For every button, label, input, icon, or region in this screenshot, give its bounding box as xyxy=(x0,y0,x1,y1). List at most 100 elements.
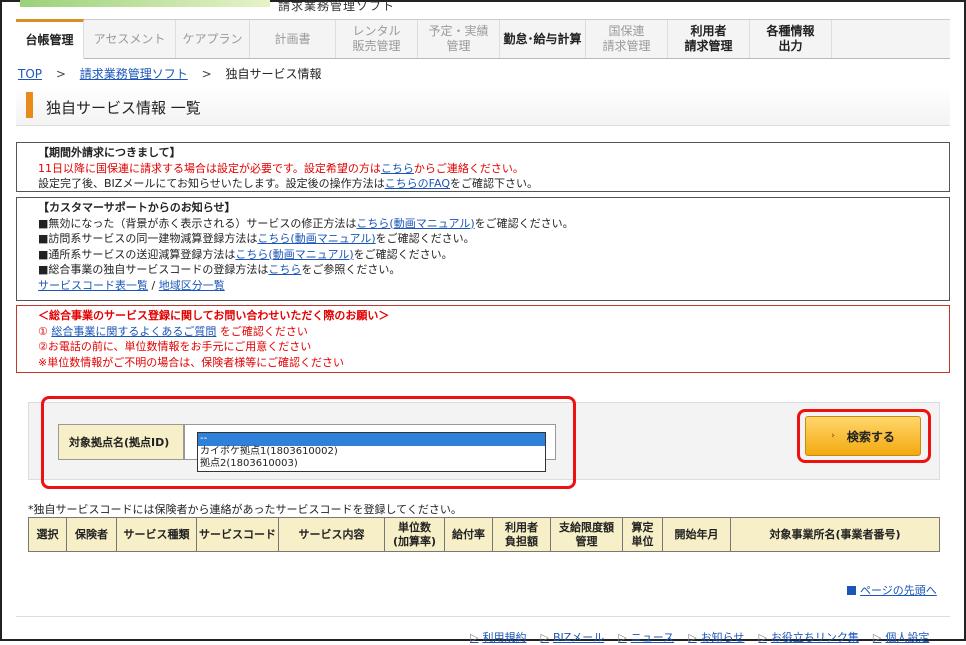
column-header: 支給限度額 管理 xyxy=(550,517,623,552)
breadcrumb-current: 独自サービス情報 xyxy=(225,67,322,81)
footer-link[interactable]: ▷ お役立ちリンク集 xyxy=(758,631,858,644)
notice-support-item: ■訪問系サービスの同一建物減算登録方法はこちら(動画マニュアル)をご確認ください… xyxy=(38,231,928,247)
notice-billing-line2: 設定完了後、BIZメールにてお知らせいたします。設定後の操作方法はこちらのFAQ… xyxy=(38,176,928,192)
chevron-right-icon: ▷ xyxy=(470,631,479,644)
footer-divider xyxy=(16,616,950,617)
column-header: サービスコード xyxy=(196,517,279,552)
nav-tab-8[interactable]: 利用者 請求管理 xyxy=(668,20,750,58)
column-header: 開始年月 xyxy=(662,517,731,552)
nav-tab-1[interactable]: アセスメント xyxy=(84,20,176,58)
notice-text: ■無効になった（背景が赤く表示される）サービスの修正方法は xyxy=(38,216,357,230)
notice-text: をご参照ください。 xyxy=(301,263,401,276)
nav-tab-6[interactable]: 勤怠･給与計算 xyxy=(500,20,586,58)
footer-link[interactable]: ▷ BIZメール xyxy=(540,631,604,644)
page-top-link[interactable]: ページの先頭へ xyxy=(847,582,937,598)
chevron-right-icon: ▷ xyxy=(872,631,882,644)
notice-text: をご確認ください。 xyxy=(375,232,475,245)
notice-inquiry-line2: ②お電話の前に、単位数情報をお手元にご用意ください xyxy=(38,340,312,353)
column-header: 保険者 xyxy=(66,517,117,552)
nav-tab-5[interactable]: 予定・実績 管理 xyxy=(418,20,500,58)
notice-support: 【カスタマーサポートからのお知らせ】 ■無効になった（背景が赤く表示される）サー… xyxy=(16,197,950,301)
system-name: 請求業務管理ソフト xyxy=(278,0,396,13)
table-header-row: 選択 保険者 サービス種類 サービスコード サービス内容 単位数 (加算率) 給付率 利用者 負担… xyxy=(28,517,940,552)
chevron-right-icon: ▷ xyxy=(688,631,697,644)
notice-text: ■総合事業の独自サービスコードの登録方法は xyxy=(38,263,269,276)
region-list-link[interactable]: 地域区分一覧 xyxy=(159,279,225,292)
column-header: 利用者 負担額 xyxy=(492,517,551,552)
chevron-right-icon: ▷ xyxy=(758,631,767,644)
manual-link[interactable]: こちら xyxy=(268,263,301,276)
notice-inquiry-heading: ＜総合事業のサービス登録に関してお問い合わせいただく際のお願い＞ xyxy=(38,309,390,322)
main-nav: 台帳管理 アセスメント ケアプラン 計画書 レンタル 販売管理 予定・実績 管理 勤怠･給与計算… xyxy=(16,19,950,59)
annotation-highlight-button xyxy=(797,409,931,463)
notice-text: ■訪問系サービスの同一建物減算登録方法は xyxy=(38,232,258,245)
nav-tab-7[interactable]: 国保連 請求管理 xyxy=(586,20,668,58)
banner-graphic xyxy=(20,0,270,7)
breadcrumb-separator: > xyxy=(55,67,66,81)
notice-support-item: ■通所系サービスの送迎減算登録方法はこちら(動画マニュアル)をご確認ください。 xyxy=(38,247,928,263)
column-header: 対象事業所名(事業者番号) xyxy=(730,517,940,552)
footer-link-label: 利用規約 xyxy=(482,631,527,644)
notice-text: ■通所系サービスの送迎減算登録方法は xyxy=(38,247,236,261)
column-header: サービス種類 xyxy=(116,517,197,552)
notice-inquiry-line1: ① 総合事業に関するよくあるご質問 をご確認ください xyxy=(38,324,928,340)
nav-tab-2[interactable]: ケアプラン xyxy=(176,20,250,58)
breadcrumb: TOP > 請求業務管理ソフト > 独自サービス情報 xyxy=(18,65,321,82)
column-header: サービス内容 xyxy=(278,517,385,552)
footer-link[interactable]: ▷ ニュース xyxy=(618,631,674,644)
notice-support-heading: 【カスタマーサポートからのお知らせ】 xyxy=(38,201,236,214)
chevron-right-icon: ▷ xyxy=(540,631,549,644)
service-table: 選択 保険者 サービス種類 サービスコード サービス内容 単位数 (加算率) 給付率 利用者 負担… xyxy=(28,517,940,552)
footer-link[interactable]: ▷ お知らせ xyxy=(688,631,744,644)
footer-link-label: お知らせ xyxy=(700,631,745,644)
notice-inquiry: ＜総合事業のサービス登録に関してお問い合わせいただく際のお願い＞ ① 総合事業に… xyxy=(16,305,950,373)
column-header: 選択 xyxy=(28,517,67,552)
faq-link[interactable]: こちらのFAQ xyxy=(385,177,450,190)
notice-text: ① xyxy=(38,324,52,338)
footer-link[interactable]: ▷ 個人設定 xyxy=(873,631,929,644)
breadcrumb-top[interactable]: TOP xyxy=(18,67,42,81)
notice-support-links: サービスコード表一覧 / 地域区分一覧 xyxy=(38,278,928,294)
notice-text: からご連絡ください。 xyxy=(413,161,524,175)
page-title-bar: 独自サービス情報 一覧 xyxy=(16,86,950,126)
link-separator: / xyxy=(148,278,159,292)
notice-inquiry-line3: ※単位数情報がご不明の場合は、保険者様等にご確認ください xyxy=(38,355,344,369)
notice-text: をご確認ください。 xyxy=(353,247,453,261)
notice-text: 11日以降に国保連に請求する場合は設定が必要です。設定希望の方は xyxy=(38,161,381,175)
footer-link-label: お役立ちリンク集 xyxy=(770,631,859,644)
manual-link[interactable]: こちら(動画マニュアル) xyxy=(356,217,474,230)
footer-links: ▷ 利用規約 ▷ BIZメール ▷ ニュース ▷ お知らせ ▷ お役立ちリンク集 ▷ 個人設定 xyxy=(470,629,943,645)
notice-billing: 【期間外請求につきまして】 11日以降に国保連に請求する場合は設定が必要です。設… xyxy=(16,142,950,192)
title-accent-bar xyxy=(26,92,33,118)
column-header: 単位数 (加算率) xyxy=(384,517,445,552)
nav-tab-4[interactable]: レンタル 販売管理 xyxy=(336,20,418,58)
notice-support-list: ■無効になった（背景が赤く表示される）サービスの修正方法はこちら(動画マニュアル… xyxy=(38,216,928,278)
top-banner: 請求業務管理ソフト xyxy=(0,0,966,13)
notice-billing-line1: 11日以降に国保連に請求する場合は設定が必要です。設定希望の方はこちらからご連絡… xyxy=(38,161,928,177)
page-top-icon xyxy=(847,586,856,595)
nav-tab-3[interactable]: 計画書 xyxy=(250,20,336,58)
notice-text: をご確認ください xyxy=(216,324,308,338)
column-header: 算定 単位 xyxy=(622,517,663,552)
page-title: 独自サービス情報 一覧 xyxy=(46,99,201,117)
faq-sogo-link[interactable]: 総合事業に関するよくあるご質問 xyxy=(51,325,216,338)
chevron-right-icon: ▷ xyxy=(618,631,627,644)
service-code-note: *独自サービスコードには保険者から連絡があったサービスコードを登録してください。 xyxy=(28,503,462,516)
nav-tab-9[interactable]: 各種情報 出力 xyxy=(750,20,832,58)
notice-text: をご確認下さい。 xyxy=(450,177,538,190)
notice-billing-heading: 【期間外請求につきまして】 xyxy=(38,146,181,159)
column-header: 給付率 xyxy=(444,517,493,552)
notice-text: をご確認ください。 xyxy=(474,216,574,230)
service-code-list-link[interactable]: サービスコード表一覧 xyxy=(38,279,148,292)
page-top-label: ページの先頭へ xyxy=(860,584,937,597)
nav-tab-0[interactable]: 台帳管理 xyxy=(16,19,84,59)
manual-link[interactable]: こちら(動画マニュアル) xyxy=(235,248,353,261)
footer-link-label: BIZメール xyxy=(552,631,605,644)
manual-link[interactable]: こちら(動画マニュアル) xyxy=(257,232,375,245)
breadcrumb-parent[interactable]: 請求業務管理ソフト xyxy=(80,67,188,81)
contact-link[interactable]: こちら xyxy=(381,162,414,175)
annotation-highlight-select xyxy=(41,396,576,489)
notice-text: 設定完了後、BIZメールにてお知らせいたします。設定後の操作方法は xyxy=(38,177,385,190)
footer-link[interactable]: ▷ 利用規約 xyxy=(470,631,526,644)
breadcrumb-separator: > xyxy=(201,67,212,81)
